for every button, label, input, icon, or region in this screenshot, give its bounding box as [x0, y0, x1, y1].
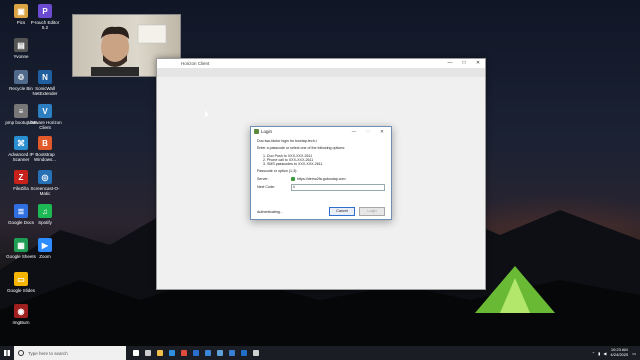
- dialog-title-bar: Login — □ ✕: [251, 127, 391, 136]
- app-icon: ◎: [38, 170, 52, 184]
- desktop-icon-label: Zoom: [39, 254, 51, 259]
- task-view-icon-glyph: [145, 350, 151, 356]
- app-icon: ♫: [38, 204, 52, 218]
- edge-icon-glyph: [169, 350, 175, 356]
- login-dialog: Login — □ ✕ Duo two-factor login for bow…: [250, 126, 392, 220]
- dialog-minimize-button[interactable]: —: [347, 127, 361, 136]
- cancel-button[interactable]: Cancel: [329, 207, 355, 216]
- app-icon: ▣: [14, 4, 28, 18]
- auth-status: Authenticating...: [257, 209, 283, 214]
- taskbar: Type here to search ⌃ ▮ ◀ 10:23 AM 4/24/…: [0, 346, 640, 360]
- settings-icon-glyph: [253, 350, 259, 356]
- windows-logo-icon: [4, 350, 10, 356]
- app-icon: ▤: [14, 38, 28, 52]
- chrome-icon-glyph: [181, 350, 187, 356]
- chrome-icon[interactable]: [178, 346, 190, 360]
- toolbar-strip: [157, 68, 485, 77]
- dialog-close-button[interactable]: ✕: [375, 127, 389, 136]
- search-placeholder: Type here to search: [28, 350, 68, 356]
- desktop-icon-label: Bootstrap Windows...: [33, 152, 56, 162]
- start-button[interactable]: [0, 346, 14, 360]
- desktop-icon-label: P-touch Editor 5.2: [30, 20, 60, 30]
- next-code-label: Next Code:: [257, 185, 275, 190]
- tray-chevron-icon[interactable]: ⌃: [592, 351, 595, 356]
- settings-icon[interactable]: [250, 346, 262, 360]
- dialog-maximize-button[interactable]: □: [361, 127, 375, 136]
- mail-icon-glyph: [193, 350, 199, 356]
- cortana-icon-glyph: [133, 350, 139, 356]
- task-view-icon[interactable]: [142, 346, 154, 360]
- desktop-icon[interactable]: B Bootstrap Windows...: [28, 136, 62, 162]
- file-explorer-icon-glyph: [157, 350, 163, 356]
- duo-options-list: 1. Duo Push to XXX-XXX-2611 2. Phone cal…: [257, 154, 385, 167]
- desktop-icon-label: Screencast-O-Matic: [30, 186, 60, 196]
- outlook-icon-glyph: [241, 350, 247, 356]
- edge-icon[interactable]: [166, 346, 178, 360]
- app-icon: ≡: [14, 104, 28, 118]
- app-icon: N: [38, 70, 52, 84]
- desktop-icon[interactable]: ◉ ImgBurn: [4, 304, 38, 325]
- app-icon: B: [38, 136, 52, 150]
- secure-shield-icon: [291, 176, 295, 181]
- duo-option: 3. SMS passcodes to XXX-XXX-2611: [263, 162, 323, 167]
- desktop-icon[interactable]: ♫ Spotify: [28, 204, 62, 225]
- store-icon-glyph: [205, 350, 211, 356]
- desktop-icon[interactable]: P P-touch Editor 5.2: [28, 4, 62, 30]
- login-button[interactable]: Login: [359, 207, 385, 216]
- desktop-icon-label: Google Slides: [6, 288, 36, 293]
- desktop-icon-label: VMware Horizon Client: [28, 120, 62, 130]
- maximize-button[interactable]: □: [457, 59, 471, 68]
- screencast-icon-glyph: [229, 350, 235, 356]
- login-icon: [254, 129, 259, 134]
- app-icon: Z: [14, 170, 28, 184]
- taskbar-search[interactable]: Type here to search: [14, 346, 126, 360]
- mail-icon[interactable]: [190, 346, 202, 360]
- desktop-icon-label: Yvonne: [13, 54, 29, 59]
- minimize-button[interactable]: —: [443, 59, 457, 68]
- app-icon: ♲: [14, 70, 28, 84]
- close-button[interactable]: ✕: [471, 59, 485, 68]
- window-title-bar: Horizon Client — □ ✕: [157, 59, 485, 68]
- store-icon[interactable]: [202, 346, 214, 360]
- desktop-icon[interactable]: ▤ Yvonne: [4, 38, 38, 59]
- notifications-icon[interactable]: ▭: [632, 351, 636, 356]
- app-icon: ▭: [14, 272, 28, 286]
- server-label: Server:: [257, 176, 269, 181]
- app-icon: ◉: [14, 304, 28, 318]
- app-icon: ▦: [14, 238, 28, 252]
- dialog-title: Login: [261, 129, 273, 134]
- cortana-icon[interactable]: [130, 346, 142, 360]
- passcode-hint: Passcode or option (1-3):: [257, 169, 298, 174]
- window-title: Horizon Client: [181, 61, 210, 66]
- server-value: https://demo2fa.gobootap.com: [297, 176, 346, 181]
- vmware-icon[interactable]: [214, 346, 226, 360]
- desktop-icon-label: SonicWall NetExtender: [32, 86, 58, 96]
- network-icon[interactable]: ▮: [598, 351, 600, 356]
- app-icon: ≣: [14, 204, 28, 218]
- clock[interactable]: 10:23 AM 4/24/2020: [610, 348, 628, 357]
- clock-date: 4/24/2020: [610, 352, 629, 357]
- desktop-icon[interactable]: V VMware Horizon Client: [28, 104, 62, 130]
- app-icon: P: [38, 4, 52, 18]
- pinned-apps: [130, 346, 262, 360]
- duo-prompt-text: Enter a passcode or select one of the fo…: [257, 146, 346, 151]
- desktop-icon[interactable]: ▶ Zoom: [28, 238, 62, 259]
- outlook-icon[interactable]: [238, 346, 250, 360]
- screencast-icon[interactable]: [226, 346, 238, 360]
- desktop-icon[interactable]: N SonicWall NetExtender: [28, 70, 62, 96]
- app-icon: ▶: [38, 238, 52, 252]
- next-code-input[interactable]: 4: [290, 183, 385, 191]
- desktop-icon-label: Spotify: [38, 220, 52, 225]
- search-icon: [18, 350, 24, 356]
- desktop-icon[interactable]: ◎ Screencast-O-Matic: [28, 170, 62, 196]
- desktop-icon[interactable]: ▭ Google Slides: [4, 272, 38, 293]
- volume-icon[interactable]: ◀: [603, 351, 606, 356]
- desktop-icon-label: ImgBurn: [12, 320, 30, 325]
- system-tray: ⌃ ▮ ◀ 10:23 AM 4/24/2020 ▭: [592, 348, 640, 357]
- duo-intro-text: Duo two-factor login for bowtap-tech-i: [257, 139, 317, 143]
- app-icon: ⌘: [14, 136, 28, 150]
- file-explorer-icon[interactable]: [154, 346, 166, 360]
- app-icon: V: [38, 104, 52, 118]
- vmware-icon-glyph: [217, 350, 223, 356]
